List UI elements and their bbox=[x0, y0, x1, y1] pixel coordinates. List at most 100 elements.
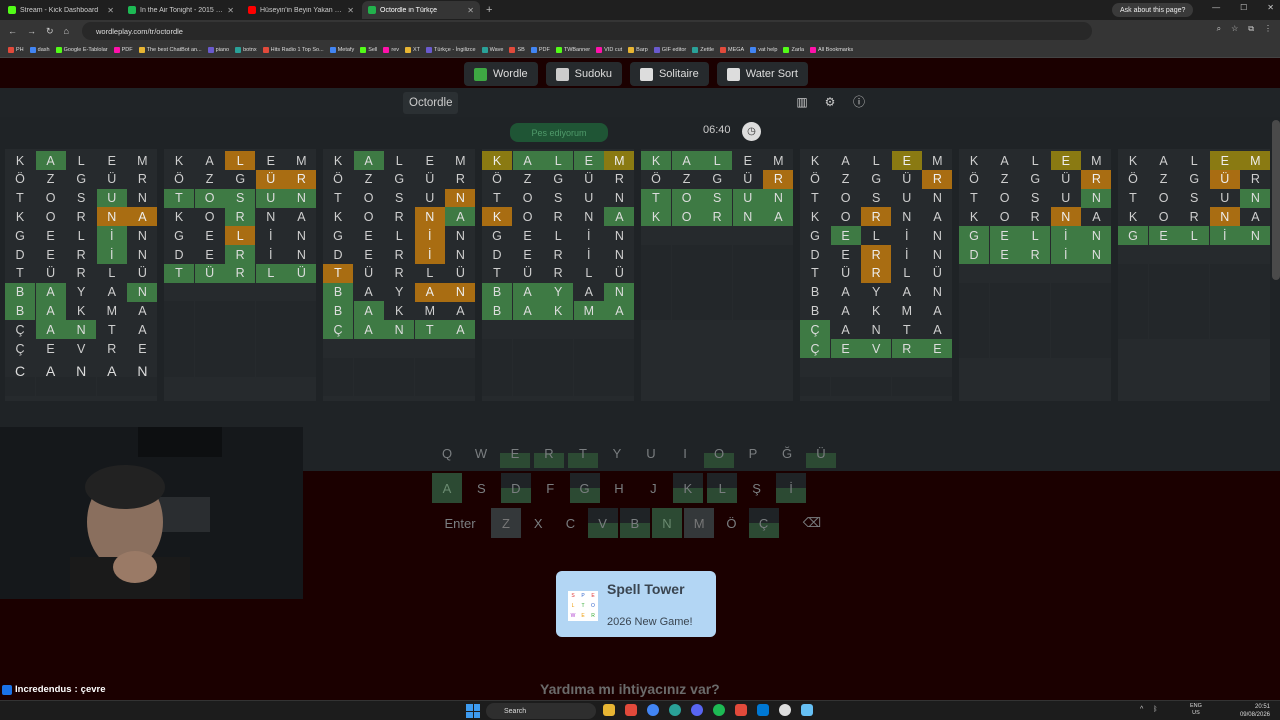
enter-key[interactable]: Enter bbox=[430, 508, 490, 538]
key-i[interactable]: I bbox=[670, 438, 700, 468]
windows-start-icon[interactable] bbox=[466, 704, 480, 718]
key-o[interactable]: O bbox=[704, 438, 734, 468]
new-tab-button[interactable]: + bbox=[486, 4, 492, 16]
close-tab-icon[interactable]: ✕ bbox=[227, 6, 234, 15]
key-n[interactable]: N bbox=[652, 508, 682, 538]
bluetooth-icon[interactable]: ᛒ bbox=[1153, 706, 1157, 713]
forward-icon[interactable]: → bbox=[27, 26, 36, 36]
close-tab-icon[interactable]: ✕ bbox=[347, 6, 354, 15]
key-ö[interactable]: Ö bbox=[716, 508, 746, 538]
bookmark-item[interactable]: rev bbox=[383, 46, 399, 53]
bookmark-item[interactable]: Zettle bbox=[692, 46, 714, 53]
bookmark-item[interactable]: Metafy bbox=[329, 46, 354, 53]
key-ç[interactable]: Ç bbox=[748, 508, 779, 538]
key-u[interactable]: U bbox=[636, 438, 666, 468]
app-icon[interactable] bbox=[625, 704, 637, 716]
clock-display[interactable]: 20:51 09/08/2026 bbox=[1240, 703, 1270, 719]
bookmark-item[interactable]: The best ChatBot an... bbox=[138, 46, 202, 53]
close-tab-icon[interactable]: ✕ bbox=[467, 6, 474, 15]
info-icon[interactable]: ⓘ bbox=[850, 93, 868, 111]
bookmark-item[interactable]: piano bbox=[207, 46, 229, 53]
taskbar-search[interactable]: Search bbox=[486, 703, 596, 719]
key-s[interactable]: S bbox=[466, 473, 496, 503]
key-b[interactable]: B bbox=[619, 508, 650, 538]
back-icon[interactable]: ← bbox=[8, 26, 17, 36]
app-icon[interactable] bbox=[779, 704, 791, 716]
steam-icon[interactable] bbox=[801, 704, 813, 716]
key-f[interactable]: F bbox=[535, 473, 565, 503]
bookmark-item[interactable]: VID cut bbox=[596, 46, 622, 53]
key-e[interactable]: E bbox=[500, 438, 530, 468]
key-v[interactable]: V bbox=[587, 508, 618, 538]
reload-icon[interactable]: ↻ bbox=[46, 26, 54, 37]
key-g[interactable]: G bbox=[569, 473, 600, 503]
maximize-icon[interactable]: ☐ bbox=[1240, 3, 1247, 12]
backspace-key[interactable]: ⌫ bbox=[797, 508, 827, 538]
key-j[interactable]: J bbox=[638, 473, 668, 503]
bookmark-item[interactable]: SB bbox=[509, 46, 525, 53]
bookmark-item[interactable]: Sell bbox=[360, 46, 377, 53]
browser-tab[interactable]: Hüseyin'in Beyin Yakan Sorusu✕ bbox=[242, 1, 360, 19]
key-z[interactable]: Z bbox=[491, 508, 521, 538]
key-l[interactable]: L bbox=[707, 473, 738, 503]
url-field[interactable]: wordleplay.com/tr/octordle bbox=[82, 22, 1092, 40]
game-title-button[interactable]: Octordle bbox=[403, 92, 459, 114]
zoom-icon[interactable]: ⌕ bbox=[1217, 24, 1221, 34]
nav-item-wordle[interactable]: Wordle bbox=[464, 62, 538, 86]
key-i̇[interactable]: İ bbox=[776, 473, 806, 503]
close-tab-icon[interactable]: ✕ bbox=[107, 6, 114, 15]
key-x[interactable]: X bbox=[523, 508, 553, 538]
bookmark-item[interactable]: PH bbox=[8, 46, 24, 53]
bookmark-item[interactable]: vat help bbox=[750, 46, 777, 53]
bookmark-item[interactable]: PDF bbox=[113, 46, 133, 53]
bookmark-item[interactable]: Wave bbox=[481, 46, 503, 53]
browser-tab[interactable]: Octordle in Türkçe ✕ bbox=[362, 1, 480, 19]
give-up-button[interactable]: Pes ediyorum bbox=[510, 123, 608, 142]
bookmark-item[interactable]: All Bookmarks bbox=[810, 46, 853, 53]
bookmark-item[interactable]: MEGA bbox=[720, 46, 744, 53]
key-ü[interactable]: Ü bbox=[806, 438, 836, 468]
page-scrollbar[interactable] bbox=[1272, 120, 1280, 280]
settings-icon[interactable]: ⚙ bbox=[821, 93, 839, 111]
star-icon[interactable]: ☆ bbox=[1231, 24, 1238, 34]
key-p[interactable]: P bbox=[738, 438, 768, 468]
bookmark-item[interactable]: Barp bbox=[628, 46, 648, 53]
chevron-up-icon[interactable]: ^ bbox=[1140, 706, 1143, 713]
bookmark-item[interactable]: GIF editor bbox=[653, 46, 686, 53]
nav-item-water-sort[interactable]: Water Sort bbox=[716, 62, 808, 86]
app-icon[interactable] bbox=[757, 704, 769, 716]
chrome-icon[interactable] bbox=[647, 704, 659, 716]
app-icon[interactable] bbox=[735, 704, 747, 716]
key-ğ[interactable]: Ğ bbox=[772, 438, 802, 468]
key-m[interactable]: M bbox=[684, 508, 715, 538]
key-w[interactable]: W bbox=[466, 438, 496, 468]
key-a[interactable]: A bbox=[432, 473, 462, 503]
bookmark-item[interactable]: Google E-Tablolar bbox=[55, 46, 108, 53]
nav-item-sudoku[interactable]: Sudoku bbox=[545, 62, 622, 86]
nav-item-solitaire[interactable]: Solitaire bbox=[629, 62, 709, 86]
browser-tab[interactable]: Stream - Kick Dashboard ✕ bbox=[2, 1, 120, 19]
key-c[interactable]: C bbox=[555, 508, 585, 538]
home-icon[interactable]: ⌂ bbox=[64, 26, 69, 36]
key-k[interactable]: K bbox=[672, 473, 703, 503]
key-r[interactable]: R bbox=[534, 438, 564, 468]
key-h[interactable]: H bbox=[604, 473, 634, 503]
close-icon[interactable]: ✕ bbox=[1267, 3, 1274, 12]
menu-icon[interactable]: ⋮ bbox=[1264, 24, 1272, 34]
file-explorer-icon[interactable] bbox=[603, 704, 615, 716]
browser-tab[interactable]: In the Air Tonight - 2015 Re ✕ bbox=[122, 1, 240, 19]
bookmark-item[interactable]: TWBanner bbox=[555, 46, 590, 53]
key-d[interactable]: D bbox=[500, 473, 531, 503]
ask-about-page-button[interactable]: Ask about this page? bbox=[1112, 3, 1194, 17]
key-ş[interactable]: Ş bbox=[742, 473, 772, 503]
discord-icon[interactable] bbox=[691, 704, 703, 716]
bookmark-item[interactable]: PDF bbox=[530, 46, 550, 53]
bookmark-item[interactable]: Hits Radio 1 Top So... bbox=[262, 46, 324, 53]
bookmark-item[interactable]: dash bbox=[29, 46, 50, 53]
spotify-icon[interactable] bbox=[713, 704, 725, 716]
minimize-icon[interactable]: — bbox=[1212, 3, 1220, 12]
stats-icon[interactable]: ▥ bbox=[793, 93, 811, 111]
app-icon[interactable] bbox=[669, 704, 681, 716]
bookmark-item[interactable]: Türkçe - İngilizce bbox=[426, 46, 476, 53]
language-indicator[interactable]: ENG US bbox=[1190, 703, 1202, 717]
